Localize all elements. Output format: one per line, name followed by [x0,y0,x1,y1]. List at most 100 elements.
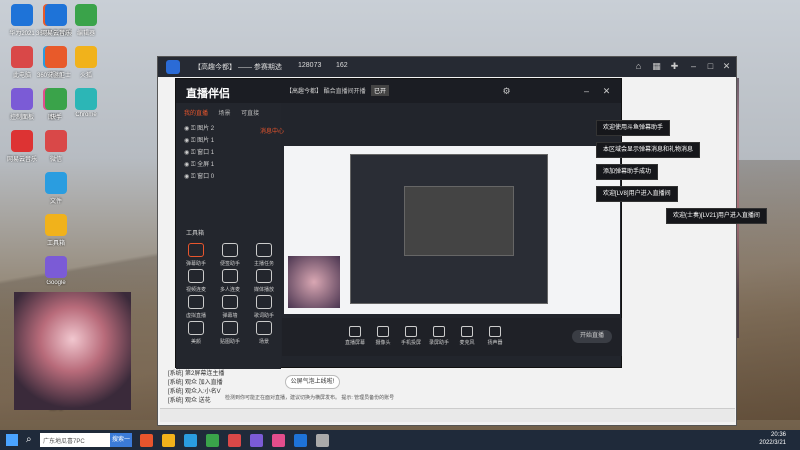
app-icon [75,88,97,110]
close-icon[interactable]: ✕ [601,86,612,97]
desktop-icon[interactable]: 控制面板 [4,88,40,121]
bottom-tool-button[interactable]: 摄像头 [370,326,396,346]
home-icon[interactable]: ⌂ [633,61,644,72]
eye-icon[interactable]: ◉ [184,126,191,132]
gamepad-icon[interactable]: ✚ [669,61,680,72]
tool-button[interactable]: 主播任务 [250,243,278,267]
eye-icon[interactable]: ◉ [184,150,191,156]
desktop-icon[interactable]: 工具箱 [38,214,74,247]
desktop-icon[interactable]: 此电脑 [4,46,40,79]
desktop-icon[interactable]: 微信 [38,130,74,163]
start-live-button[interactable]: 开始直播 [572,330,612,343]
desktop-icon-label: 网易云音乐 [40,31,71,37]
desktop-icon[interactable]: Google [38,256,74,286]
scene-item[interactable]: ◉ ⚿ 全屏 1 [184,159,214,169]
desktop-icon[interactable]: 网易云音乐 [4,130,40,163]
settings-icon[interactable]: ⚙ [501,86,512,97]
tool-button[interactable]: 弹幕墙 [216,295,244,319]
tool-icon [256,269,272,283]
app-title: 【高趣今都】 —— 参赛期选 [194,64,282,71]
desktop-icon[interactable]: 视频 [38,46,74,79]
tool-icon [256,295,272,309]
scene-label: 窗口 1 [197,150,215,156]
taskbar-search-input[interactable]: 广东地瓜喜7PC [40,433,110,447]
start-icon[interactable] [6,434,18,446]
chat-message: [系统] 观众 加入直播 [168,380,223,386]
tool-label: 弹幕墙 [222,313,238,319]
tool-button[interactable]: 美颜 [182,321,210,345]
live-preview[interactable]: ✕ [284,128,620,314]
notification-item: 欢迎(士奏)[LV21]用户进入直播间 [666,208,767,224]
app-icon [45,46,67,68]
app-icon [45,214,67,236]
maximize-icon[interactable]: □ [705,61,716,72]
taskbar-app-icon[interactable] [184,434,197,447]
tab-my-live[interactable]: 我的直播 [184,111,208,117]
tool-button[interactable]: 多人连麦 [216,269,244,293]
message-center-title: 消息中心 [260,129,285,135]
desktop-icon[interactable]: 华为2021 [4,4,40,37]
tool-button[interactable]: 场景 [250,321,278,345]
taskbar-app-icon[interactable] [162,434,175,447]
zhibo-bottom-toolbar: 直播屏幕 摄像头 手机投屏 录屏助手 麦克风 扬声器 开始直播 [282,318,622,356]
layout-icon[interactable]: ▦ [651,61,662,72]
taskbar-app-icon[interactable] [206,434,219,447]
zhibo-scene-button[interactable]: 已开 [371,85,390,96]
scene-label: 图片 2 [197,126,215,132]
tab-direct[interactable]: 可直接 [241,111,259,117]
notice-bar: 检测到你可能正在面对直播，建议切换为横屏发布。 提示: 管理员备份的账号 [225,395,395,401]
zhibo-sidebar: 我的直播 场景 可直接 ◉ ⚿ 图片 2 ◉ ⚿ 图片 1 ◉ ⚿ 窗口 1 ◉ ⚿ … [176,103,281,369]
tool-label: 录屏助手 [428,340,449,346]
tab-scene[interactable]: 场景 [219,111,231,117]
app-icon [45,4,67,26]
scene-item[interactable]: ◉ ⚿ 图片 1 [184,135,214,145]
eye-icon[interactable]: ◉ [184,174,191,180]
scene-label: 全屏 1 [197,162,215,168]
tool-button[interactable]: 弹幕助手 [182,243,210,267]
tool-label: 场景 [258,339,269,345]
scene-item[interactable]: ◉ ⚿ 图片 2 [184,123,214,133]
desktop-icon-label: 华为2021 [9,31,35,37]
minimize-icon[interactable]: – [581,86,592,97]
taskbar-app-icon[interactable] [272,434,285,447]
taskbar-app-icon[interactable] [250,434,263,447]
desktop-icon[interactable]: 快手 [38,88,74,121]
chat-toolbar [160,408,735,422]
eye-icon[interactable]: ◉ [184,138,191,144]
toolbox-title: 工具箱 [186,231,205,237]
search-icon[interactable]: ⌕ [26,434,32,445]
bottom-tool-button[interactable]: 麦克风 [454,326,480,346]
tool-button[interactable]: 视频连麦 [182,269,210,293]
desktop-icon[interactable]: 网易云音乐 [38,4,74,37]
zhibo-logo: 直播伴侣 [186,88,230,100]
taskbar-app-icon[interactable] [140,434,153,447]
taskbar-search-button[interactable]: 搜索一下 [110,433,132,447]
taskbar-app-icon[interactable] [294,434,307,447]
eye-icon[interactable]: ◉ [184,162,191,168]
scene-item[interactable]: ◉ ⚿ 窗口 1 [184,147,214,157]
bottom-tool-button[interactable]: 扬声器 [482,326,508,346]
tool-icon [256,243,272,257]
bottom-tool-button[interactable]: 直播屏幕 [342,326,368,346]
chat-bubble-banner[interactable]: 公屏气泡上线啦! [285,375,340,389]
desktop-icon-label: 视频 [49,73,62,79]
scene-item[interactable]: ◉ ⚿ 窗口 0 [184,171,214,181]
tool-button[interactable]: 虚拟直播 [182,295,210,319]
taskbar-app-icon[interactable] [228,434,241,447]
tool-icon [433,326,445,337]
bottom-tool-button[interactable]: 录屏助手 [426,326,452,346]
desktop-icon[interactable]: 文件 [38,172,74,205]
tool-icon [349,326,361,337]
tool-button[interactable]: 贴图助手 [216,321,244,345]
close-icon[interactable]: ✕ [721,61,732,72]
bottom-tool-button[interactable]: 手机投屏 [398,326,424,346]
minimize-icon[interactable]: – [688,61,699,72]
taskbar-app-icon[interactable] [316,434,329,447]
tray-time: 20:36 [770,432,786,438]
tool-button[interactable]: 歌词助手 [250,295,278,319]
desktop-icon-label: 文件 [49,199,62,205]
app-icon [11,130,33,152]
tool-button[interactable]: 媒体播放 [250,269,278,293]
tool-icon [405,326,417,337]
tool-button[interactable]: 便签助手 [216,243,244,267]
